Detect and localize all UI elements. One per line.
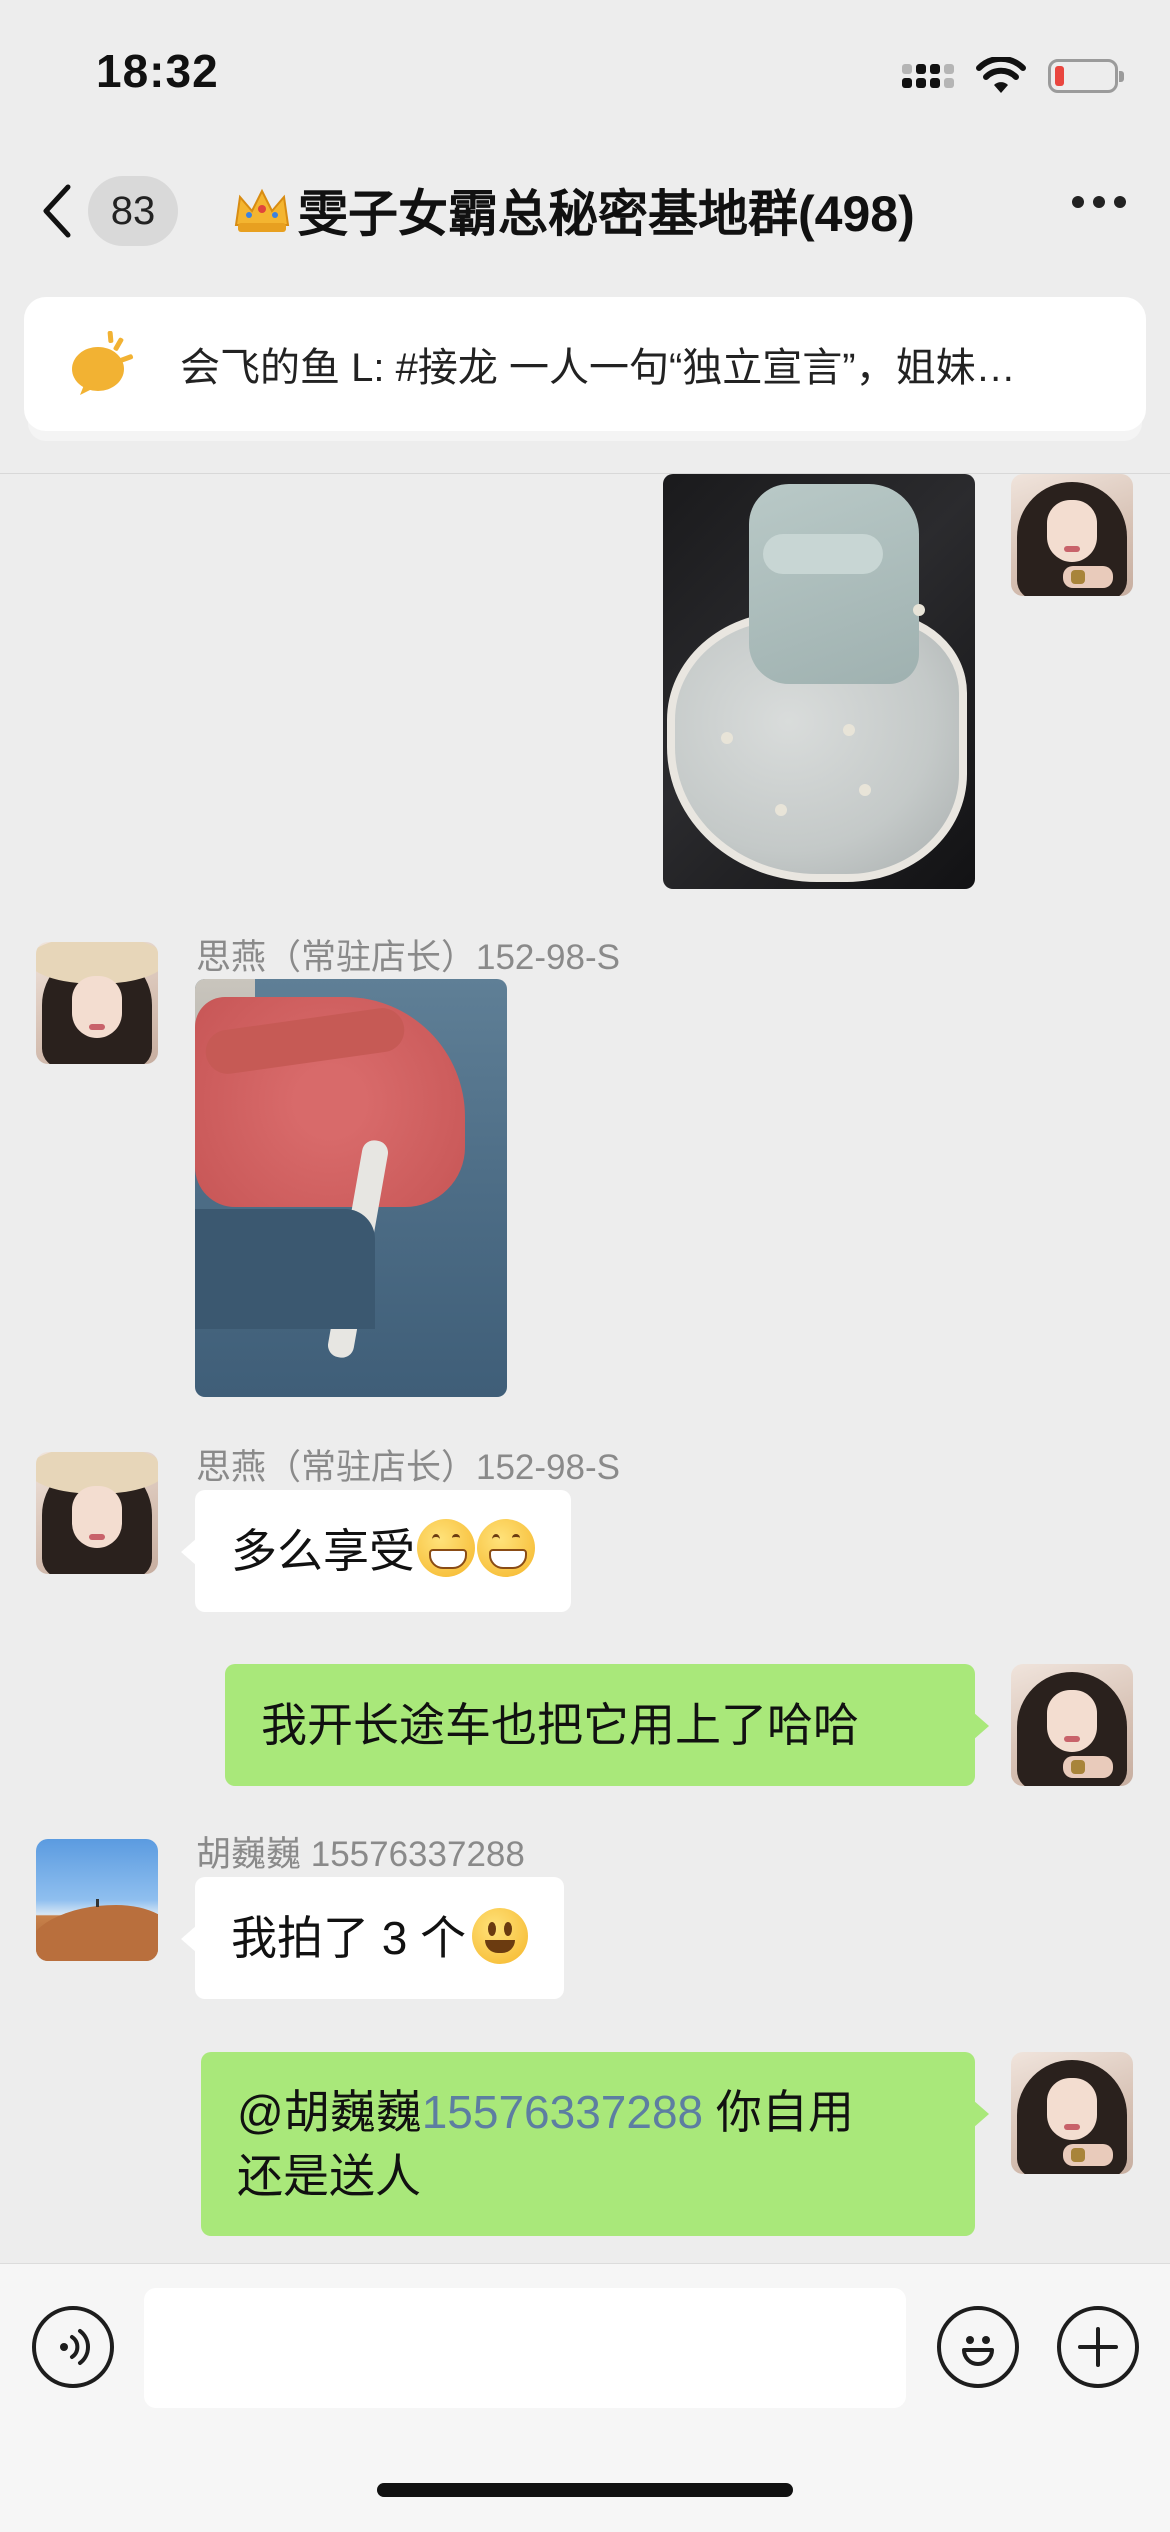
voice-icon <box>60 2329 90 2365</box>
message-text: 还是送人 <box>237 2150 421 2202</box>
message-bubble[interactable]: @胡巍巍15576337288 你自用 还是送人 <box>201 2052 989 2236</box>
sender-name: 胡巍巍 15576337288 <box>196 1835 525 1874</box>
megaphone-icon <box>72 331 134 395</box>
my-avatar[interactable] <box>1011 474 1133 596</box>
mention-number[interactable]: 15576337288 <box>422 2086 703 2138</box>
sender-avatar-siyan[interactable] <box>36 942 158 1064</box>
voice-input-button[interactable] <box>32 2306 114 2388</box>
sender-avatar-huweiwei[interactable] <box>36 1839 158 1961</box>
status-icons <box>902 52 1124 100</box>
home-indicator[interactable] <box>377 2483 793 2497</box>
grinning-face-icon <box>477 1519 535 1577</box>
message-bubble[interactable]: 我开长途车也把它用上了哈哈 <box>225 1664 989 1786</box>
more-options-button[interactable] <box>1072 196 1126 208</box>
wifi-icon <box>976 57 1026 93</box>
message-text: 我拍了 3 个 <box>231 1912 467 1964</box>
my-avatar[interactable] <box>1011 1664 1133 1786</box>
notice-text: 会飞的鱼 L: #接龙 一人一句“独立宣言”，姐妹… <box>180 346 1016 390</box>
status-bar: 18:32 <box>0 0 1170 150</box>
message-bubble[interactable]: 多么享受 <box>181 1490 571 1612</box>
battery-low-icon <box>1048 59 1124 93</box>
smiley-icon <box>962 2336 994 2366</box>
message-input[interactable] <box>144 2288 906 2408</box>
sender-name: 思燕（常驻店长）152-98-S <box>196 938 620 977</box>
chat-header: 83 雯子女霸总秘密基地群(498) <box>0 150 1170 270</box>
mention-name[interactable]: @胡巍巍 <box>237 2086 422 2138</box>
emoji-button[interactable] <box>937 2306 1019 2388</box>
cellular-signal-icon <box>902 64 954 88</box>
message-bubble[interactable]: 我拍了 3 个 <box>180 1877 565 1999</box>
more-functions-button[interactable] <box>1057 2306 1139 2388</box>
smiling-face-icon <box>472 1908 529 1964</box>
chevron-left-icon <box>43 184 71 238</box>
unread-count-badge: 83 <box>88 176 178 246</box>
grinning-face-icon <box>417 1519 475 1577</box>
message-text: 多么享受 <box>231 1525 415 1577</box>
message-image-sofa[interactable] <box>195 979 507 1397</box>
group-title[interactable]: 雯子女霸总秘密基地群(498) <box>232 174 915 246</box>
back-button[interactable]: 83 <box>40 176 178 246</box>
plus-icon <box>1078 2327 1118 2367</box>
pinned-notice[interactable]: 会飞的鱼 L: #接龙 一人一句“独立宣言”，姐妹… <box>24 297 1146 431</box>
status-time: 18:32 <box>96 45 219 97</box>
sender-avatar-siyan[interactable] <box>36 1452 158 1574</box>
message-text: 我开长途车也把它用上了哈哈 <box>261 1699 859 1751</box>
my-avatar[interactable] <box>1011 2052 1133 2174</box>
group-title-text: 雯子女霸总秘密基地群(498) <box>298 186 915 242</box>
crown-icon <box>234 188 290 232</box>
sender-name: 思燕（常驻店长）152-98-S <box>196 1448 620 1487</box>
message-image-seat-cushion[interactable] <box>663 474 975 889</box>
message-text: 你自用 <box>703 2086 854 2138</box>
message-list[interactable]: 思燕（常驻店长）152-98-S 思燕（常驻店长）152-98-S 多么享受 我… <box>0 473 1170 2263</box>
